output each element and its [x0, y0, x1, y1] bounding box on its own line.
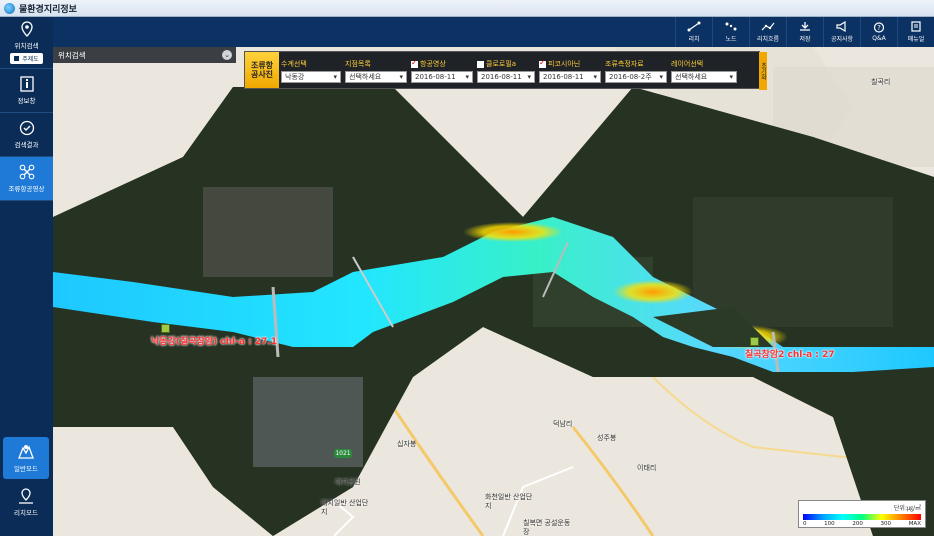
water-system-select[interactable]: 낙동강: [281, 70, 341, 83]
svg-text:?: ?: [877, 24, 881, 32]
field-header: 피코시아닌: [548, 60, 581, 68]
place-label: 이태리: [637, 464, 657, 472]
reach-flow-icon: [761, 22, 775, 31]
reach-flow-button[interactable]: 리치흐름: [749, 17, 786, 47]
place-label: 대치일반 산업단지: [321, 499, 369, 516]
field-header: 수계선택: [281, 60, 307, 68]
chevron-down-icon[interactable]: ⌄: [222, 50, 232, 60]
map-canvas: [53, 47, 934, 536]
field-header: 클로로필a: [486, 60, 517, 68]
layer-select[interactable]: 선택하세요: [671, 70, 737, 83]
general-mode-button[interactable]: 일반모드: [3, 437, 49, 479]
sidebar-item-label: 조류항공영상: [8, 185, 45, 193]
sidebar-item-label: 정보창: [17, 97, 36, 105]
filter-water-system: 수계선택 낙동강: [279, 52, 343, 88]
filter-algae-measure: 조류측정자료 2016-08-2주: [603, 52, 669, 88]
aerial-image-checkbox[interactable]: [411, 58, 418, 68]
sidebar-item-algae-aerial[interactable]: 조류항공영상: [0, 157, 53, 201]
field-header: 조류측정자료: [605, 60, 644, 68]
reach-icon: [687, 21, 701, 32]
legend-color-ramp: [803, 514, 921, 520]
station-marker-icon[interactable]: [161, 324, 170, 333]
algae-measure-select[interactable]: 2016-08-2주: [605, 70, 667, 83]
algae-filter-panel: 조류항공사진 수계선택 낙동강 지점목록 선택하세요 항공영상 2016-08-…: [244, 51, 767, 90]
road-number-badge: 1021: [334, 449, 352, 458]
save-button[interactable]: 저장: [786, 17, 823, 47]
filter-layer: 레이어선택 선택하세요: [669, 52, 739, 88]
filter-chlorophyll: 클로로필a 2016-08-11: [475, 52, 537, 88]
place-label: 칠곡리: [871, 78, 891, 86]
node-button[interactable]: 노드: [712, 17, 749, 47]
sidebar-item-label: 위치검색: [14, 42, 39, 50]
place-label: 대치공원: [335, 478, 361, 486]
station-list-select[interactable]: 선택하세요: [345, 70, 407, 83]
place-label: 덕남리: [553, 420, 573, 428]
top-toolbar: 리치 노드 리치흐름 저장 공지사항 ? Q&A 매뉴얼: [53, 17, 934, 47]
reach-mode-label: 리치모드: [14, 508, 38, 517]
map-mode-icon: [18, 444, 34, 459]
node-icon: [725, 22, 737, 31]
location-pin-icon: [20, 21, 33, 37]
app-title: 물환경지리정보: [19, 4, 77, 15]
sidebar-item-info[interactable]: 정보창: [0, 69, 53, 113]
general-mode-label: 일반모드: [14, 464, 38, 473]
map-view[interactable]: 낙동강(칠곡창암) chl-a : 27.1 칠곡창암2 chl-a : 27 …: [53, 47, 934, 536]
legend-unit: 단위:㎍/㎥: [893, 505, 921, 512]
manual-button[interactable]: 매뉴얼: [897, 17, 934, 47]
station-label: 낙동강(칠곡창암) chl-a : 27.1: [151, 337, 278, 347]
check-circle-icon: [19, 120, 34, 136]
save-icon: [800, 22, 810, 31]
reach-pin-icon: [19, 487, 33, 504]
sidebar-item-results[interactable]: 검색결과: [0, 113, 53, 157]
station-marker-icon[interactable]: [750, 337, 759, 346]
location-search-title: 위치검색: [58, 50, 86, 60]
location-search-bar[interactable]: 위치검색 ⌄: [53, 47, 236, 63]
app-logo-icon: [4, 2, 15, 14]
aerial-image-date-select[interactable]: 2016-08-11: [411, 70, 473, 83]
field-header: 레이어선택: [671, 60, 704, 68]
filter-station-list: 지점목록 선택하세요: [343, 52, 409, 88]
qna-icon: ?: [873, 22, 885, 33]
theme-map-toggle[interactable]: 주제도: [10, 53, 43, 64]
place-label: 화천일반 산업단지: [485, 493, 533, 510]
legend-ticks: 0 100 200 300 MAX: [803, 521, 921, 527]
place-label: 칠복면 공설운동장: [523, 519, 571, 536]
qna-button[interactable]: ? Q&A: [860, 17, 897, 47]
sidebar-item-label: 검색결과: [14, 141, 39, 149]
phycocyanin-date-select[interactable]: 2016-08-11: [539, 70, 601, 83]
chlorophyll-date-select[interactable]: 2016-08-11: [477, 70, 535, 83]
sidebar-item-location-search[interactable]: 위치검색 주제도: [0, 17, 53, 69]
panel-title: 조류항공사진: [245, 52, 279, 88]
field-header: 지점목록: [345, 60, 371, 68]
window-titlebar: 물환경지리정보: [0, 0, 934, 17]
color-legend: 단위:㎍/㎥ 0 100 200 300 MAX: [798, 500, 926, 528]
reset-button[interactable]: 초기화: [759, 52, 767, 90]
notice-button[interactable]: 공지사항: [823, 17, 860, 47]
chlorophyll-checkbox[interactable]: [477, 60, 484, 68]
reach-mode-button[interactable]: 리치모드: [3, 481, 49, 523]
filter-aerial-image: 항공영상 2016-08-11: [409, 52, 475, 88]
reach-button[interactable]: 리치: [675, 17, 712, 47]
field-header: 항공영상: [420, 60, 446, 68]
info-icon: [19, 76, 34, 92]
manual-icon: [911, 21, 921, 32]
notice-icon: [836, 21, 846, 32]
place-label: 성주봉: [597, 434, 617, 442]
place-label: 십자봉: [397, 440, 417, 448]
left-sidebar: 위치검색 주제도 정보창 검색결과 조류항공영상 일반모드 리치모드: [0, 17, 53, 536]
filter-phycocyanin: 피코시아닌 2016-08-11: [537, 52, 603, 88]
phycocyanin-checkbox[interactable]: [539, 58, 546, 68]
station-label: 칠곡창암2 chl-a : 27: [745, 350, 835, 360]
drone-icon: [19, 164, 34, 180]
